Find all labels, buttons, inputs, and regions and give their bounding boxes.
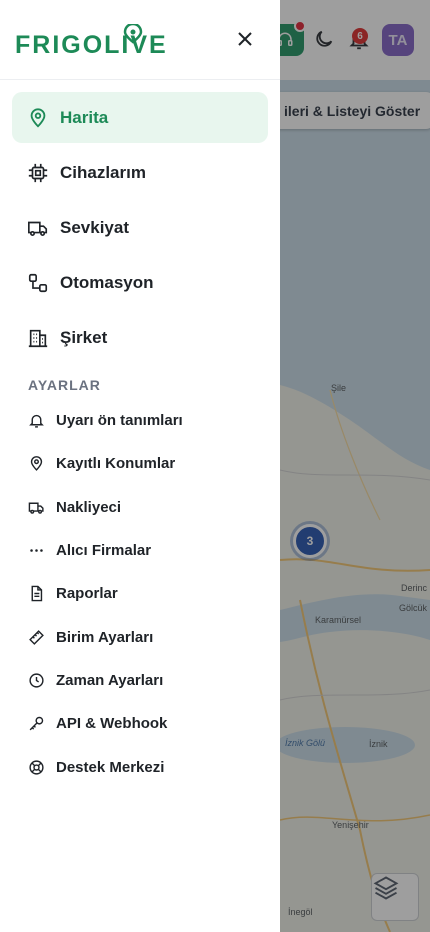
main-nav: Harita Cihazlarım Sevkiyat Otomasyon Şir… (0, 80, 280, 363)
settings-item-label: Kayıtlı Konumlar (56, 455, 176, 473)
svg-text:FRIGOLIVE: FRIGOLIVE (15, 31, 165, 56)
nav-item-label: Sevkiyat (60, 217, 129, 237)
nav-item-otomasyon[interactable]: Otomasyon (12, 257, 268, 308)
chip-icon (28, 163, 48, 182)
frigolive-logo-mark: FRIGOLIVE (15, 22, 166, 59)
map-pin-icon (30, 456, 42, 472)
settings-item-label: Alıcı Firmalar (56, 542, 152, 560)
nav-item-harita[interactable]: Harita (12, 92, 268, 143)
nav-item-sirket[interactable]: Şirket (12, 312, 268, 363)
side-drawer: FRIGOLIVE Harita Cihazlarım Sevkiyat Oto… (0, 0, 280, 932)
close-drawer-button[interactable] (230, 24, 260, 54)
settings-item-time-settings[interactable]: Zaman Ayarları (0, 659, 280, 702)
nav-item-label: Harita (60, 107, 109, 127)
workflow-icon (28, 273, 48, 292)
lifebuoy-icon (28, 759, 44, 775)
frigolive-logo[interactable]: FRIGOLIVE (15, 22, 166, 61)
nav-item-label: Şirket (60, 327, 108, 347)
settings-item-buyer-companies[interactable]: Alıcı Firmalar (0, 529, 280, 572)
settings-item-label: Birim Ayarları (56, 628, 154, 646)
building-icon (28, 329, 48, 347)
settings-item-alert-presets[interactable]: Uyarı ön tanımları (0, 399, 280, 442)
nav-item-sevkiyat[interactable]: Sevkiyat (12, 202, 268, 253)
settings-item-saved-locations[interactable]: Kayıtlı Konumlar (0, 442, 280, 485)
settings-item-label: Zaman Ayarları (56, 671, 164, 689)
bell-icon (28, 414, 44, 428)
close-icon (238, 32, 252, 46)
settings-item-reports[interactable]: Raporlar (0, 572, 280, 615)
nav-item-label: Otomasyon (60, 272, 154, 292)
settings-item-label: Destek Merkezi (56, 758, 165, 776)
ruler-icon (28, 629, 44, 645)
map-pin-icon (30, 107, 46, 128)
settings-item-api-webhook[interactable]: API & Webhook (0, 702, 280, 745)
settings-item-label: Nakliyeci (56, 498, 122, 516)
settings-nav: Uyarı ön tanımları Kayıtlı Konumlar Nakl… (0, 393, 280, 789)
settings-section-title: AYARLAR (28, 377, 101, 393)
clock-icon (28, 673, 44, 688)
settings-item-unit-settings[interactable]: Birim Ayarları (0, 615, 280, 658)
settings-item-label: API & Webhook (56, 715, 168, 733)
settings-item-carrier[interactable]: Nakliyeci (0, 486, 280, 529)
key-icon (29, 716, 43, 731)
file-text-icon (31, 586, 42, 602)
settings-item-label: Uyarı ön tanımları (56, 412, 183, 430)
truck-icon (28, 221, 48, 236)
settings-item-support-center[interactable]: Destek Merkezi (0, 745, 280, 788)
more-horizontal-icon (29, 549, 43, 552)
nav-item-label: Cihazlarım (60, 162, 146, 182)
nav-item-cihazlarim[interactable]: Cihazlarım (12, 147, 268, 198)
drawer-header: FRIGOLIVE (0, 0, 280, 80)
settings-item-label: Raporlar (56, 585, 118, 603)
truck-icon (28, 502, 44, 514)
